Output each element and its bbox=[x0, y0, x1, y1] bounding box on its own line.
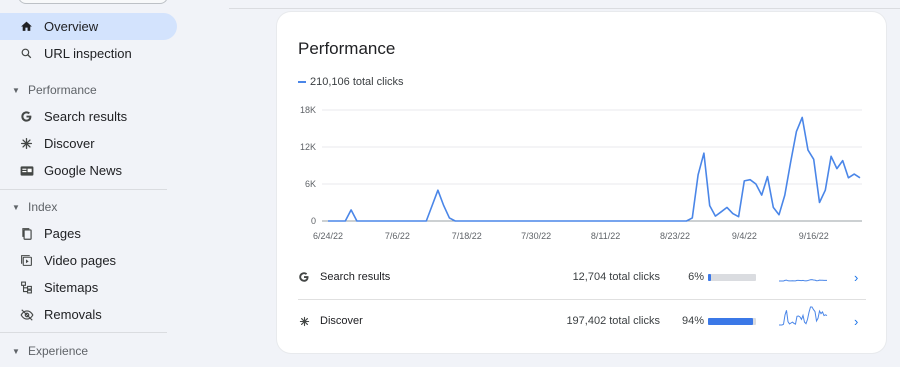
row-percent: 6% bbox=[688, 271, 704, 283]
sidebar-item-label: Discover bbox=[44, 136, 95, 151]
home-icon bbox=[19, 19, 34, 34]
sidebar-item-label: Pages bbox=[44, 226, 81, 241]
x-tick-label: 9/4/22 bbox=[732, 231, 757, 241]
sidebar-item-removals[interactable]: Removals bbox=[0, 301, 177, 328]
performance-card: Performance 210,106 total clicks 0 6K 12K 1… bbox=[277, 12, 886, 353]
sidebar-item-google-news[interactable]: Google News bbox=[0, 157, 177, 184]
x-tick-label: 7/6/22 bbox=[385, 231, 410, 241]
x-tick-label: 7/30/22 bbox=[521, 231, 551, 241]
divider bbox=[0, 332, 167, 333]
google-g-icon bbox=[298, 271, 310, 283]
pages-icon bbox=[19, 226, 34, 241]
caret-down-icon: ▼ bbox=[12, 202, 20, 212]
share-bar-fill bbox=[708, 317, 754, 325]
removals-icon bbox=[19, 307, 34, 322]
divider bbox=[0, 189, 167, 190]
x-tick-label: 6/24/22 bbox=[313, 231, 343, 241]
breakdown-row-search-results[interactable]: Search results 12,704 total clicks 6% › bbox=[298, 256, 866, 298]
sidebar-item-sitemaps[interactable]: Sitemaps bbox=[0, 274, 177, 301]
clicks-chart: 0 6K 12K 18K 6/24/22 7/6/22 7/18/22 7/30/22 8/11… bbox=[300, 105, 862, 241]
sidebar-item-label: URL inspection bbox=[44, 46, 132, 61]
sidebar-item-label: Overview bbox=[44, 19, 99, 34]
caret-down-icon: ▼ bbox=[12, 346, 20, 356]
news-icon bbox=[19, 163, 34, 178]
section-experience[interactable]: ▼ Experience bbox=[0, 341, 88, 361]
search-icon bbox=[19, 46, 34, 61]
row-clicks: 12,704 total clicks bbox=[572, 271, 660, 283]
sidebar-item-discover[interactable]: Discover bbox=[0, 130, 177, 157]
x-tick-label: 7/18/22 bbox=[452, 231, 482, 241]
row-clicks: 197,402 total clicks bbox=[566, 315, 660, 327]
asterisk-icon bbox=[298, 316, 310, 327]
caret-down-icon: ▼ bbox=[12, 85, 20, 95]
sidebar: Overview URL inspection ▼ Performance Se… bbox=[0, 0, 190, 367]
section-performance[interactable]: ▼ Performance bbox=[0, 80, 97, 100]
sidebar-item-label: Sitemaps bbox=[44, 280, 99, 295]
asterisk-icon bbox=[19, 136, 34, 151]
x-tick-label: 8/11/22 bbox=[591, 231, 620, 241]
sidebar-item-url-inspection[interactable]: URL inspection bbox=[0, 40, 177, 67]
sidebar-item-label: Removals bbox=[44, 307, 102, 322]
y-tick-label: 0 bbox=[311, 216, 316, 226]
share-bar bbox=[708, 273, 756, 281]
breakdown-row-discover[interactable]: Discover 197,402 total clicks 94% › bbox=[298, 300, 866, 342]
sidebar-item-pages[interactable]: Pages bbox=[0, 220, 177, 247]
sidebar-item-label: Search results bbox=[44, 109, 128, 124]
sidebar-item-label: Google News bbox=[44, 163, 123, 178]
header-divider bbox=[229, 8, 900, 9]
section-label: Experience bbox=[28, 344, 89, 358]
share-bar-fill bbox=[708, 273, 711, 281]
property-selector[interactable] bbox=[18, 0, 168, 4]
section-label: Performance bbox=[28, 83, 97, 97]
sparkline-line bbox=[779, 306, 828, 326]
y-tick-label: 12K bbox=[300, 142, 316, 152]
chevron-right-icon[interactable]: › bbox=[854, 314, 858, 329]
x-tick-label: 9/16/22 bbox=[799, 231, 829, 241]
y-tick-label: 18K bbox=[300, 105, 316, 115]
section-index[interactable]: ▼ Index bbox=[0, 197, 57, 217]
y-tick-label: 6K bbox=[305, 179, 316, 189]
sitemap-icon bbox=[19, 280, 34, 295]
row-name: Search results bbox=[320, 271, 391, 283]
chevron-right-icon[interactable]: › bbox=[854, 270, 858, 285]
share-bar bbox=[708, 317, 756, 325]
sidebar-item-overview[interactable]: Overview bbox=[0, 13, 177, 40]
sidebar-item-label: Video pages bbox=[44, 253, 117, 268]
sparkline bbox=[779, 306, 828, 326]
video-pages-icon bbox=[19, 253, 34, 268]
sparkline bbox=[779, 279, 827, 282]
sparkline-line bbox=[779, 279, 827, 282]
row-percent: 94% bbox=[681, 315, 704, 327]
section-label: Index bbox=[28, 200, 58, 214]
clicks-series-line[interactable] bbox=[328, 116, 861, 222]
sidebar-item-search-results[interactable]: Search results bbox=[0, 103, 177, 130]
sidebar-item-video-pages[interactable]: Video pages bbox=[0, 247, 177, 274]
row-name: Discover bbox=[320, 315, 363, 327]
x-tick-label: 8/23/22 bbox=[660, 231, 690, 241]
google-g-icon bbox=[19, 109, 34, 124]
